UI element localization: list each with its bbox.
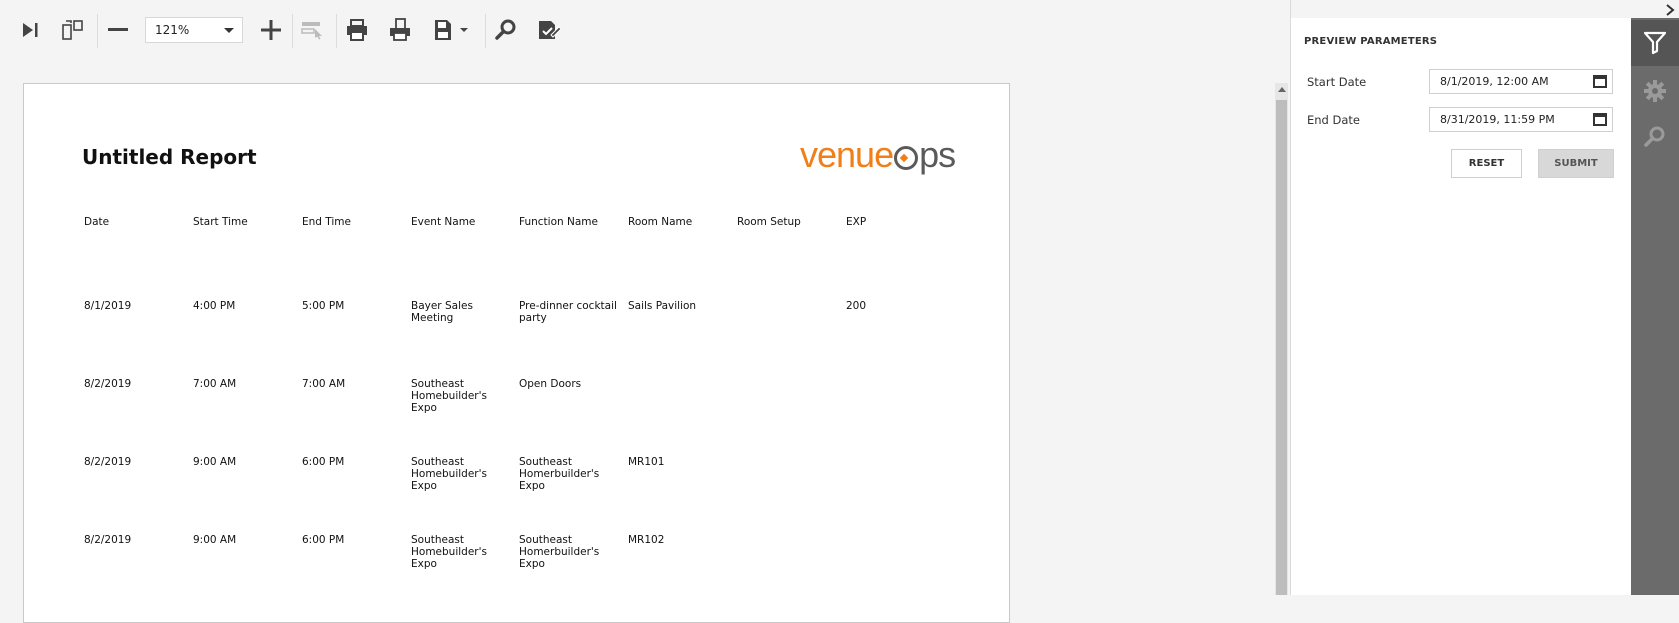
cell-start: 9:00 AM: [193, 534, 237, 546]
start-date-value: 8/1/2019, 12:00 AM: [1440, 75, 1549, 88]
chevron-down-icon: [224, 28, 234, 33]
tab-sidebar: [1631, 18, 1679, 595]
cell-end: 6:00 PM: [302, 456, 345, 468]
zoom-value: 121%: [155, 23, 190, 37]
toolbar-separator: [336, 14, 337, 48]
zoom-select[interactable]: 121%: [145, 17, 243, 43]
first-page-icon[interactable]: [14, 14, 46, 46]
cell-room: MR101: [628, 456, 665, 468]
logo-o-mark-icon: [894, 146, 919, 170]
zoom-in-icon[interactable]: [255, 14, 287, 46]
cell-date: 8/1/2019: [84, 300, 132, 312]
cell-date: 8/2/2019: [84, 534, 132, 546]
calendar-icon[interactable]: [1593, 75, 1607, 88]
export-dropdown-chevron-icon[interactable]: [456, 14, 472, 46]
zoom-out-icon[interactable]: [102, 14, 134, 46]
start-date-field[interactable]: 8/1/2019, 12:00 AM: [1429, 69, 1613, 94]
cell-function: Southeast Homerbuilder's Expo: [519, 534, 600, 570]
editing-fields-icon[interactable]: [533, 14, 565, 46]
cell-function: Southeast Homerbuilder's Expo: [519, 456, 600, 492]
logo-tail-text: ps: [919, 134, 956, 175]
gear-icon[interactable]: [1631, 68, 1679, 114]
cell-event: Southeast Homebuilder's Expo: [411, 378, 487, 414]
column-header-room-setup: Room Setup: [737, 216, 801, 228]
scroll-up-arrow-icon[interactable]: [1278, 87, 1286, 92]
multipage-icon[interactable]: [57, 14, 89, 46]
reset-button[interactable]: RESET: [1451, 149, 1522, 178]
collapse-panel-chevron-icon[interactable]: [1664, 2, 1676, 16]
print-page-icon[interactable]: [384, 14, 416, 46]
scrollbar-thumb[interactable]: [1276, 100, 1287, 595]
column-header-start-time: Start Time: [193, 216, 248, 228]
cell-room: Sails Pavilion: [628, 300, 697, 312]
column-header-exp: EXP: [846, 216, 867, 228]
cell-function: Open Doors: [519, 378, 582, 390]
column-header-date: Date: [84, 216, 110, 228]
column-header-function-name: Function Name: [519, 216, 598, 228]
column-header-room-name: Room Name: [628, 216, 693, 228]
cell-function: Pre-dinner cocktail party: [519, 300, 617, 324]
search-icon[interactable]: [490, 14, 522, 46]
cell-date: 8/2/2019: [84, 456, 132, 468]
cell-room: MR102: [628, 534, 665, 546]
vertical-scrollbar[interactable]: [1275, 83, 1288, 595]
column-header-end-time: End Time: [302, 216, 351, 228]
parameters-panel: PREVIEW PARAMETERS Start Date 8/1/2019, …: [1290, 0, 1632, 595]
search-icon[interactable]: [1631, 114, 1679, 160]
cell-start: 7:00 AM: [193, 378, 237, 390]
toolbar-separator: [97, 14, 98, 48]
cell-end: 6:00 PM: [302, 534, 345, 546]
filter-icon[interactable]: [1631, 20, 1679, 66]
column-header-event-name: Event Name: [411, 216, 476, 228]
cell-start: 9:00 AM: [193, 456, 237, 468]
cell-event: Southeast Homebuilder's Expo: [411, 456, 487, 492]
cell-end: 5:00 PM: [302, 300, 345, 312]
report-title: Untitled Report: [82, 145, 257, 169]
end-date-label: End Date: [1307, 113, 1360, 127]
panel-top-strip: [1291, 0, 1632, 18]
venueops-logo: venue ps: [800, 134, 956, 176]
toolbar-separator: [292, 14, 293, 48]
highlight-editing-icon[interactable]: [297, 14, 329, 46]
end-date-field[interactable]: 8/31/2019, 11:59 PM: [1429, 107, 1613, 132]
cell-start: 4:00 PM: [193, 300, 236, 312]
cell-end: 7:00 AM: [302, 378, 346, 390]
toolbar: 121%: [0, 0, 1288, 62]
panel-title: PREVIEW PARAMETERS: [1304, 36, 1438, 47]
print-icon[interactable]: [341, 14, 373, 46]
cell-exp: 200: [846, 300, 867, 312]
report-page: Untitled Report venue ps Date Start Time …: [23, 83, 1010, 623]
logo-main-text: venue: [800, 134, 894, 175]
cell-event: Bayer Sales Meeting: [411, 300, 473, 324]
cell-event: Southeast Homebuilder's Expo: [411, 534, 487, 570]
calendar-icon[interactable]: [1593, 113, 1607, 126]
start-date-label: Start Date: [1307, 75, 1367, 89]
toolbar-separator: [485, 14, 486, 48]
submit-button[interactable]: SUBMIT: [1538, 149, 1614, 178]
end-date-value: 8/31/2019, 11:59 PM: [1440, 113, 1555, 126]
cell-date: 8/2/2019: [84, 378, 132, 390]
